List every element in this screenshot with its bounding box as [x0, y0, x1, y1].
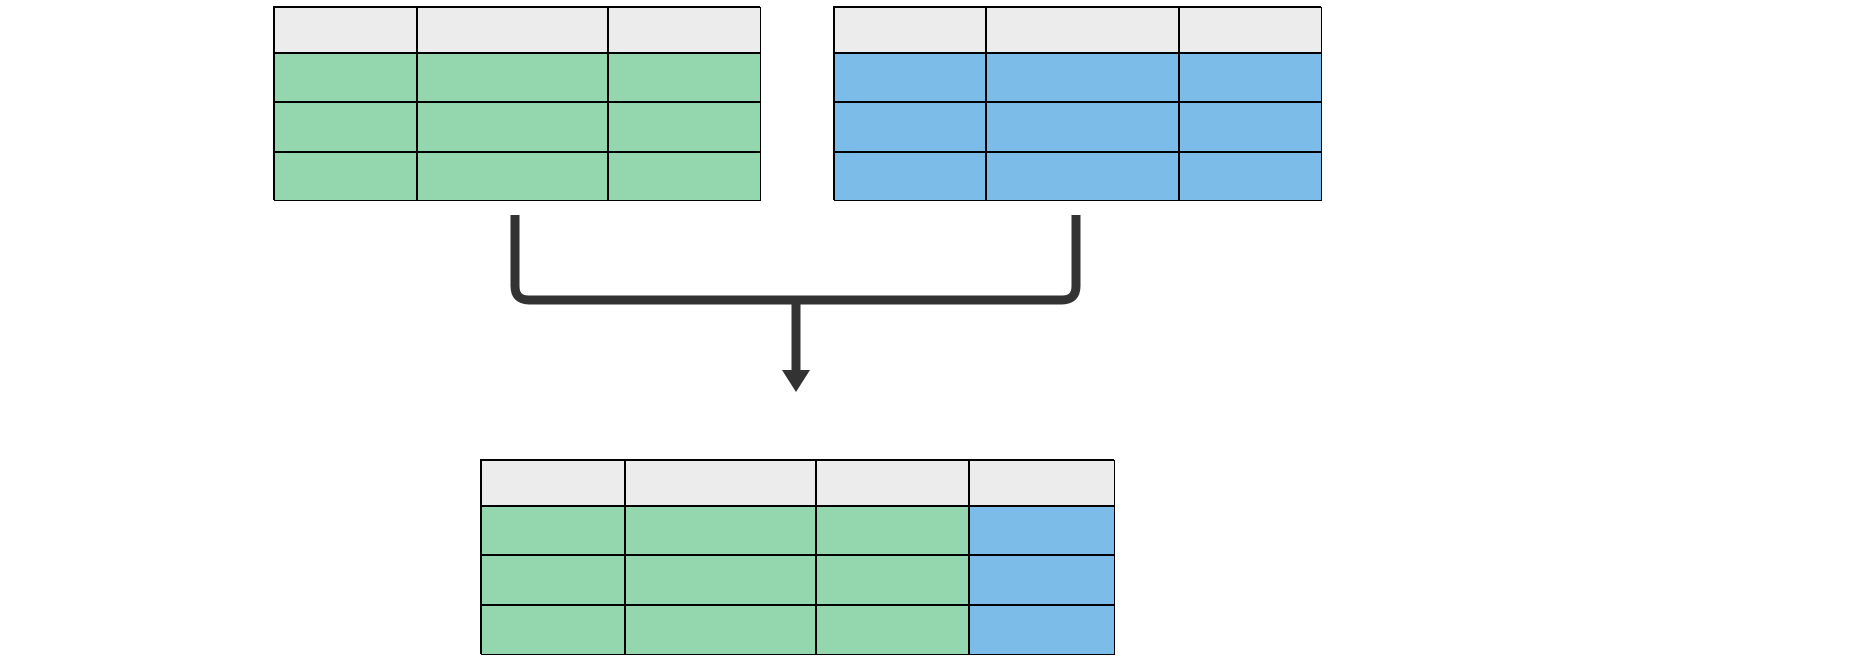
table-body-cell — [969, 506, 1115, 555]
table-body-cell — [1179, 53, 1322, 102]
table-body-cell — [417, 102, 608, 152]
table-header-cell — [481, 460, 625, 506]
table-header-cell — [608, 7, 761, 53]
result-table — [480, 459, 1114, 654]
table-body-cell — [274, 102, 417, 152]
table-body-cell — [481, 605, 625, 655]
table-body-cell — [417, 53, 608, 102]
table-header-cell — [816, 460, 969, 506]
table-body-cell — [417, 152, 608, 201]
table-header-cell — [625, 460, 816, 506]
diagram-stage — [0, 0, 1872, 660]
table-body-cell — [481, 555, 625, 605]
table-body-cell — [625, 605, 816, 655]
table-body-cell — [274, 53, 417, 102]
table-body-cell — [834, 102, 986, 152]
table-header-cell — [969, 460, 1115, 506]
table-body-cell — [834, 152, 986, 201]
merge-arrow-icon — [475, 205, 1116, 402]
table-body-cell — [816, 506, 969, 555]
source-table-right — [833, 6, 1321, 200]
table-header-cell — [274, 7, 417, 53]
table-body-cell — [608, 102, 761, 152]
table-body-cell — [1179, 102, 1322, 152]
table-body-cell — [986, 102, 1179, 152]
table-body-cell — [986, 53, 1179, 102]
table-header-cell — [417, 7, 608, 53]
source-table-left — [273, 6, 760, 200]
table-body-cell — [608, 152, 761, 201]
table-body-cell — [481, 506, 625, 555]
table-body-cell — [625, 555, 816, 605]
table-header-cell — [1179, 7, 1322, 53]
table-body-cell — [986, 152, 1179, 201]
table-body-cell — [969, 605, 1115, 655]
table-header-cell — [986, 7, 1179, 53]
table-body-cell — [1179, 152, 1322, 201]
table-body-cell — [816, 555, 969, 605]
table-body-cell — [608, 53, 761, 102]
table-body-cell — [834, 53, 986, 102]
table-body-cell — [625, 506, 816, 555]
table-body-cell — [969, 555, 1115, 605]
table-body-cell — [816, 605, 969, 655]
table-header-cell — [834, 7, 986, 53]
table-body-cell — [274, 152, 417, 201]
